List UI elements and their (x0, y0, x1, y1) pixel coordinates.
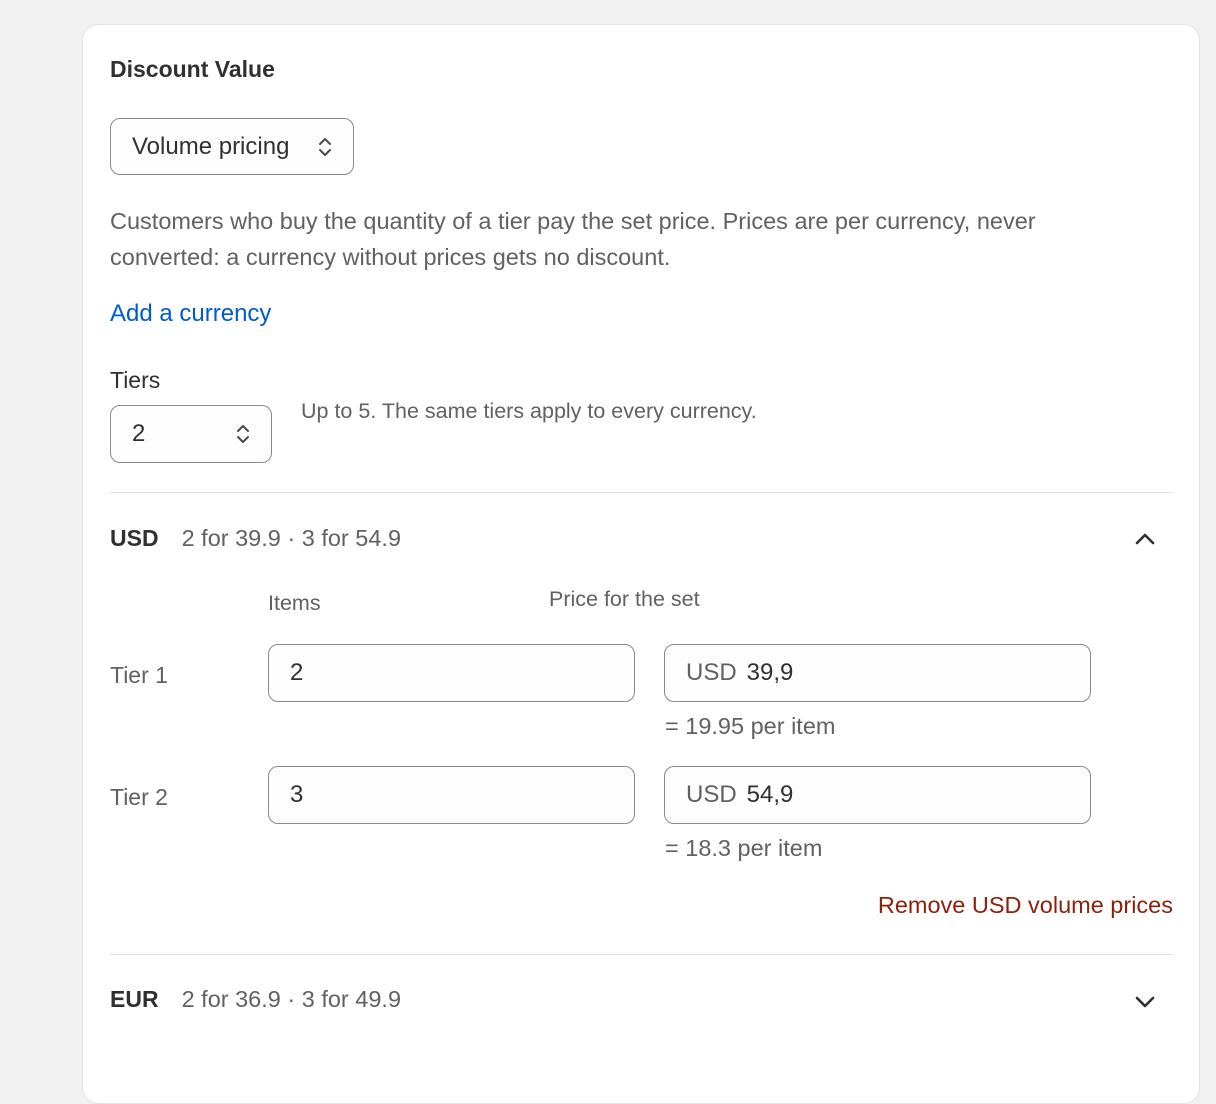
tiers-label: Tiers (110, 367, 161, 393)
currency-code: EUR (110, 986, 159, 1012)
items-column-header: Items (268, 591, 321, 615)
currency-summary: 2 for 36.9 · 3 for 49.9 (181, 986, 402, 1012)
per-item-price: = 19.95 per item (665, 713, 836, 739)
currency-prefix: USD (686, 659, 737, 686)
price-value: 39,9 (746, 659, 794, 686)
chevron-up-icon[interactable] (1131, 525, 1159, 553)
currency-summary: 2 for 39.9 · 3 for 54.9 (181, 525, 402, 551)
tier-1-items-input[interactable]: 2 (268, 644, 635, 702)
add-currency-link[interactable]: Add a currency (110, 300, 271, 328)
tier-1-price-input[interactable]: USD 39,9 (664, 644, 1091, 702)
price-column-header: Price for the set (549, 587, 700, 611)
price-value: 54,9 (746, 781, 794, 808)
currency-code: USD (110, 525, 159, 551)
up-down-chevron-icon (237, 425, 249, 443)
divider (110, 954, 1173, 955)
tier-label: Tier 1 (110, 662, 168, 688)
tier-2-price-input[interactable]: USD 54,9 (664, 766, 1091, 824)
usd-section-header[interactable]: USD 2 for 39.9 · 3 for 54.9 (110, 525, 401, 552)
discount-type-value: Volume pricing (132, 132, 290, 160)
divider (110, 492, 1173, 493)
volume-pricing-description: Customers who buy the quantity of a tier… (110, 208, 1036, 270)
tier-2-items-input[interactable]: 3 (268, 766, 635, 824)
tiers-count-value: 2 (132, 420, 146, 447)
eur-section-header[interactable]: EUR 2 for 36.9 · 3 for 49.9 (110, 986, 401, 1013)
section-title: Discount Value (110, 56, 275, 82)
items-value: 3 (290, 781, 304, 808)
discount-type-select[interactable]: Volume pricing (110, 118, 354, 175)
tier-label: Tier 2 (110, 784, 168, 810)
per-item-price: = 18.3 per item (665, 835, 823, 861)
discount-value-card: Discount Value Volume pricing Customers … (82, 24, 1200, 1104)
tiers-count-select[interactable]: 2 (110, 405, 272, 463)
currency-prefix: USD (686, 781, 737, 808)
up-down-chevron-icon (319, 137, 331, 156)
items-value: 2 (290, 659, 304, 686)
chevron-down-icon[interactable] (1131, 988, 1159, 1016)
remove-usd-prices-button[interactable]: Remove USD volume prices (878, 892, 1173, 919)
tiers-help-text: Up to 5. The same tiers apply to every c… (301, 399, 757, 423)
